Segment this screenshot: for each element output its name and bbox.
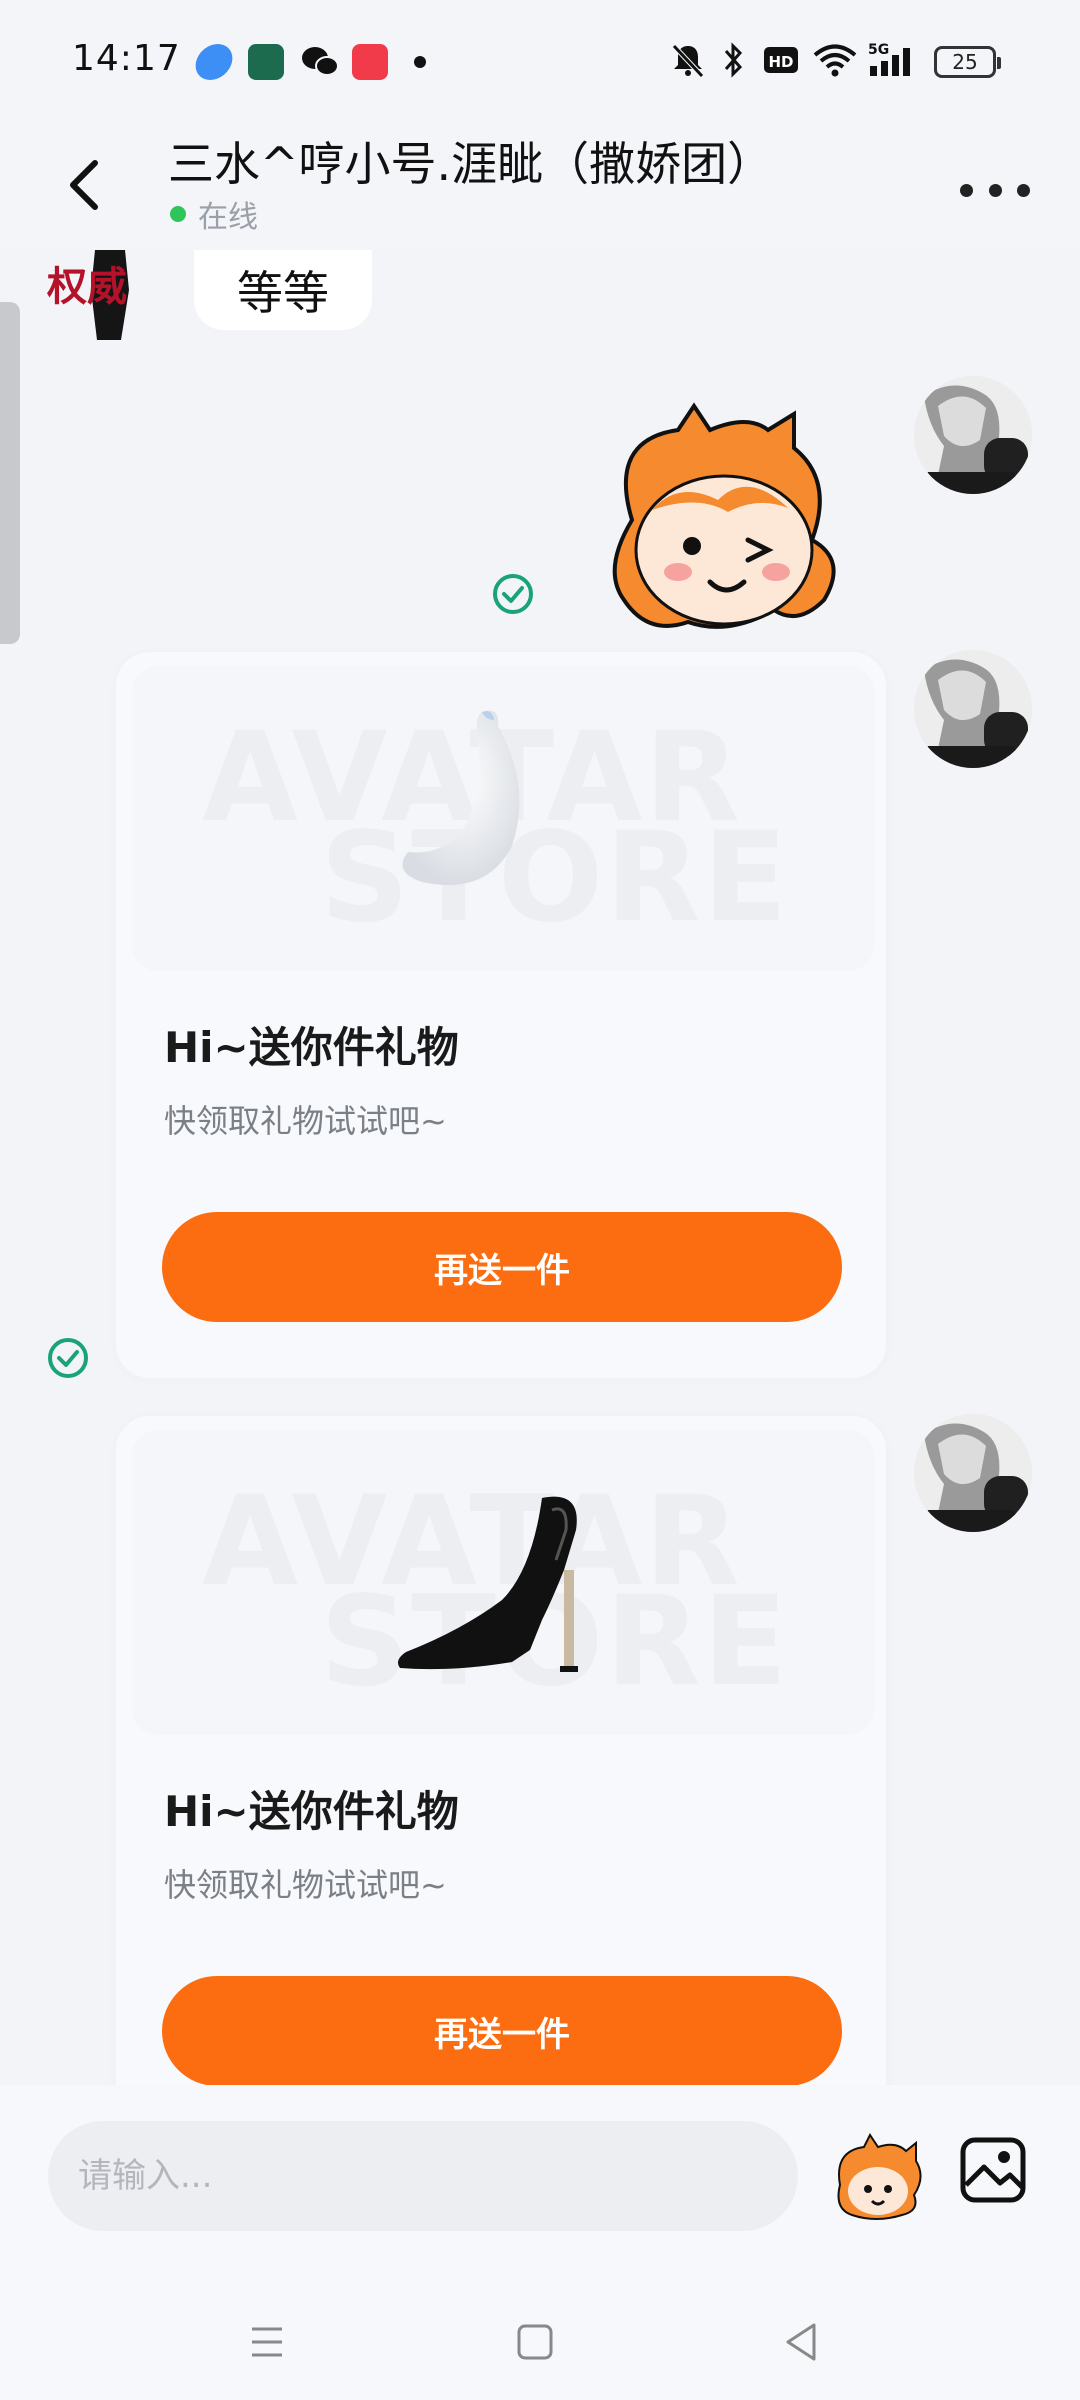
contact-avatar-text: 权威 — [46, 263, 127, 310]
battery-indicator: 25 — [934, 46, 1001, 78]
message-input-bar — [0, 2085, 1080, 2275]
home-square-icon[interactable] — [510, 2317, 560, 2367]
gift-image: AVATAR STORE — [132, 666, 874, 971]
gift-tail-image — [402, 710, 520, 886]
gift-image: AVATAR STORE — [132, 1430, 874, 1735]
back-triangle-icon[interactable] — [776, 2317, 826, 2367]
chat-message-list[interactable]: 权威 等等 AVATAR STORE Hi~送你件礼物 快领取礼物试试吧~ 再送… — [0, 250, 1080, 2085]
status-time: 14:17 — [72, 38, 181, 79]
gift-subtitle: 快领取礼物试试吧~ — [164, 1102, 447, 1140]
side-panel-handle[interactable] — [0, 302, 20, 644]
back-button[interactable] — [50, 145, 120, 225]
signal-5g-icon: 5G — [868, 42, 910, 76]
network-label: 5G — [868, 42, 889, 58]
check-circle-icon — [493, 574, 533, 614]
gift-high-heel-image — [398, 1496, 578, 1672]
sticker-mascot-image[interactable] — [598, 400, 848, 640]
chevron-left-icon — [70, 160, 98, 210]
gift-title: Hi~送你件礼物 — [164, 1787, 459, 1836]
online-status: 在线 — [170, 192, 258, 236]
mute-bell-icon — [672, 44, 704, 78]
notification-dot — [414, 56, 426, 68]
send-another-button[interactable]: 再送一件 — [162, 1976, 842, 2085]
self-avatar[interactable] — [914, 1414, 1032, 1532]
system-nav-bar — [0, 2275, 1080, 2400]
gift-subtitle: 快领取礼物试试吧~ — [164, 1866, 447, 1904]
wechat-icon — [300, 44, 339, 80]
more-options-button[interactable] — [960, 160, 1030, 220]
gift-card[interactable]: AVATAR STORE Hi~送你件礼物 快领取礼物试试吧~ 再送一件 — [114, 1414, 888, 2085]
bluetooth-icon — [724, 42, 743, 78]
wifi-icon — [813, 44, 857, 77]
sticker-button[interactable] — [830, 2131, 922, 2223]
contact-avatar[interactable]: 权威 — [45, 250, 165, 340]
security-app-icon — [248, 44, 284, 80]
chat-header: 三水^哼小号.涯眦（撒娇团） 在线 — [0, 120, 1080, 250]
send-another-button[interactable]: 再送一件 — [162, 1212, 842, 1322]
status-bar: 14:17 HD 5G 25 — [0, 0, 1080, 120]
online-dot — [170, 206, 186, 222]
gift-card[interactable]: AVATAR STORE Hi~送你件礼物 快领取礼物试试吧~ 再送一件 — [114, 650, 888, 1380]
menu-icon[interactable] — [242, 2317, 292, 2367]
hd-icon: HD — [764, 47, 798, 73]
message-input[interactable] — [48, 2121, 798, 2231]
incoming-message-bubble[interactable]: 等等 — [194, 250, 372, 330]
sticker-mascot-icon — [837, 2133, 922, 2220]
check-circle-icon — [48, 1338, 88, 1378]
self-avatar[interactable] — [914, 376, 1032, 494]
image-icon — [960, 2137, 1026, 2203]
chat-title: 三水^哼小号.涯眦（撒娇团） — [168, 137, 774, 191]
xiaohongshu-icon — [352, 44, 388, 80]
gift-title: Hi~送你件礼物 — [164, 1023, 459, 1072]
svg-text:HD: HD — [768, 53, 793, 71]
image-button[interactable] — [958, 2135, 1028, 2205]
online-status-label: 在线 — [198, 200, 258, 235]
more-horizontal-icon — [960, 183, 973, 197]
self-avatar[interactable] — [914, 650, 1032, 768]
browser-app-icon — [192, 44, 236, 80]
